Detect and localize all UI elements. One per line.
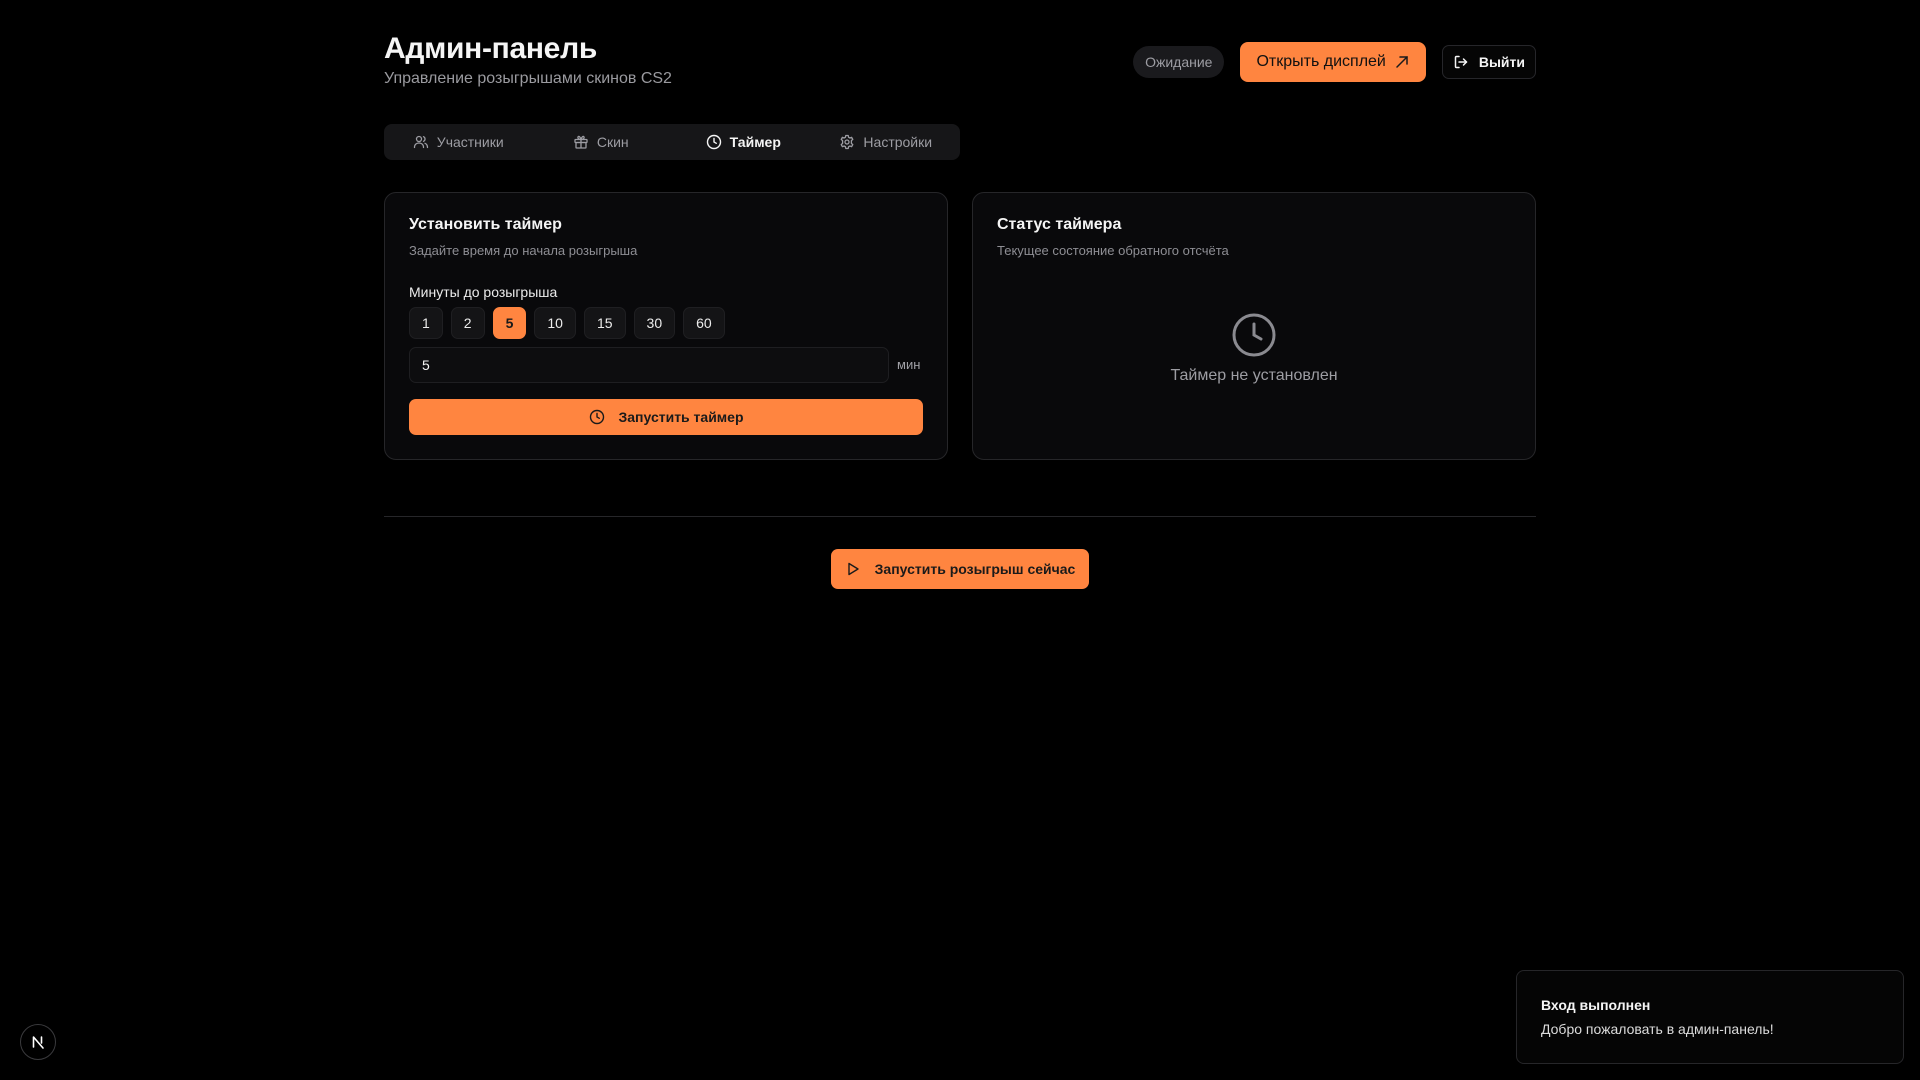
- status-badge: Ожидание: [1133, 46, 1225, 78]
- dev-tools-badge[interactable]: [20, 1024, 56, 1060]
- timer-status-card: Статус таймера Текущее состояние обратно…: [972, 192, 1536, 460]
- toast-title: Вход выполнен: [1541, 997, 1651, 1013]
- minute-presets: 1 2 5 10 15 30 60: [409, 307, 725, 339]
- users-icon: [413, 135, 428, 149]
- timer-status-text: Таймер не установлен: [1170, 367, 1338, 384]
- card-description: Задайте время до начала розыгрыша: [409, 243, 638, 258]
- start-timer-button[interactable]: Запустить таймер: [409, 399, 923, 435]
- tab-bar: Участники Скин Таймер Настройки: [384, 124, 960, 160]
- page-header: Админ-панель Управление розыгрышами скин…: [384, 30, 1536, 100]
- minutes-input[interactable]: [409, 347, 889, 383]
- page-title: Админ-панель: [384, 32, 597, 65]
- nextjs-logo-icon: [32, 1036, 44, 1049]
- logout-icon: [1454, 55, 1468, 69]
- admin-page: Админ-панель Управление розыгрышами скин…: [0, 0, 1920, 1080]
- tab-label: Настройки: [863, 134, 933, 150]
- start-timer-label: Запустить таймер: [618, 409, 744, 425]
- tab-label: Таймер: [729, 134, 781, 150]
- start-draw-now-label: Запустить розыгрыш сейчас: [874, 561, 1076, 577]
- tab-label: Скин: [596, 134, 629, 150]
- tab-label: Участники: [436, 134, 504, 150]
- preset-10-button[interactable]: 10: [534, 307, 576, 339]
- card-description: Текущее состояние обратного отсчёта: [997, 243, 1229, 258]
- page-subtitle: Управление розыгрышами скинов CS2: [384, 70, 672, 87]
- preset-15-button[interactable]: 15: [583, 307, 626, 339]
- divider: [384, 516, 1536, 517]
- start-draw-now-button[interactable]: Запустить розыгрыш сейчас: [831, 549, 1089, 589]
- preset-5-button[interactable]: 5: [492, 307, 527, 339]
- toast-message: Добро пожаловать в админ-панель!: [1541, 1021, 1774, 1037]
- toast-notification[interactable]: Вход выполнен Добро пожаловать в админ-п…: [1516, 970, 1904, 1064]
- logout-button[interactable]: Выйти: [1441, 45, 1536, 79]
- tab-participants[interactable]: Участники: [387, 127, 530, 157]
- tab-skin[interactable]: Скин: [530, 127, 673, 157]
- timer-setup-card: Установить таймер Задайте время до начал…: [384, 192, 948, 460]
- clock-icon: [706, 134, 721, 150]
- preset-1-button[interactable]: 1: [409, 307, 443, 339]
- open-display-label: Открыть дисплей: [1256, 53, 1386, 70]
- minutes-unit: мин: [897, 357, 921, 372]
- logout-label: Выйти: [1478, 54, 1525, 70]
- clock-icon: [1232, 313, 1276, 357]
- open-display-button[interactable]: Открыть дисплей: [1240, 42, 1426, 82]
- timer-empty-state: Таймер не установлен: [973, 311, 1535, 385]
- tab-settings[interactable]: Настройки: [815, 127, 958, 157]
- tab-timer[interactable]: Таймер: [672, 127, 815, 157]
- clock-icon: [589, 409, 604, 425]
- card-title: Установить таймер: [409, 216, 562, 233]
- header-actions: Ожидание Открыть дисплей Выйти: [1133, 42, 1536, 82]
- gift-icon: [574, 135, 588, 149]
- preset-2-button[interactable]: 2: [450, 307, 485, 339]
- play-icon: [847, 562, 859, 576]
- arrow-up-right-icon: [1396, 56, 1408, 68]
- minutes-label: Минуты до розыгрыша: [409, 284, 558, 300]
- preset-30-button[interactable]: 30: [633, 307, 676, 339]
- gear-icon: [840, 134, 854, 150]
- card-title: Статус таймера: [997, 216, 1122, 233]
- preset-60-button[interactable]: 60: [683, 307, 725, 339]
